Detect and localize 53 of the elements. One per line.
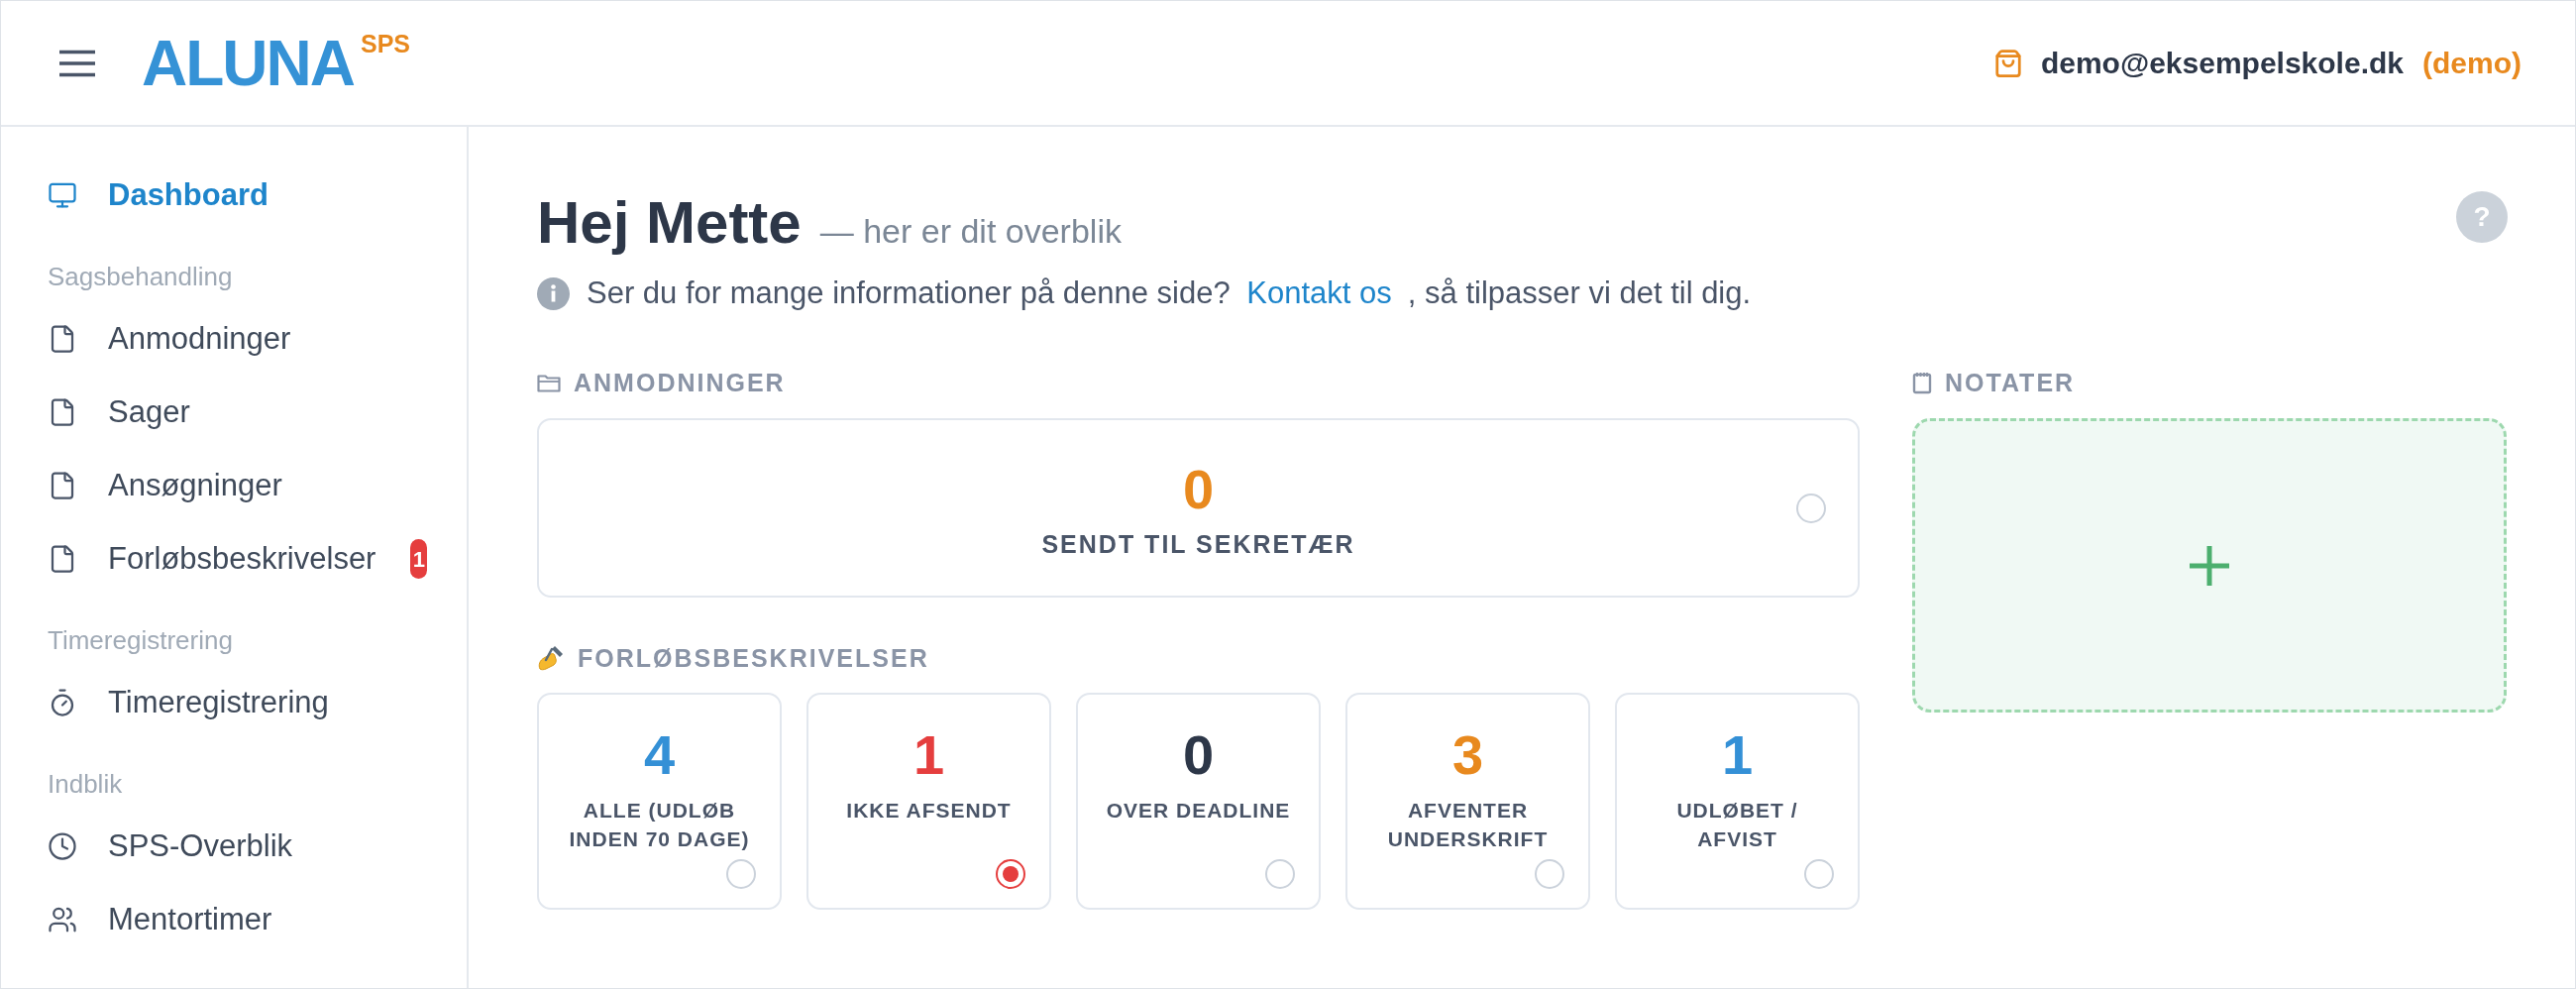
status-card[interactable]: 4 ALLE (UDLØB INDEN 70 DAGE) — [537, 693, 782, 910]
nav-item[interactable]: Timeregistrering — [48, 666, 329, 739]
count-value: 3 — [1451, 723, 1484, 787]
status-label: SENDT TIL SEKRETÆR — [1041, 528, 1355, 559]
folder-icon — [537, 373, 561, 392]
menu-icon[interactable] — [59, 49, 95, 77]
status-label: ALLE (UDLØB INDEN 70 DAGE) — [568, 798, 751, 852]
add-note-button[interactable] — [1912, 418, 2507, 713]
status-card[interactable]: 3 AFVENTER UNDERSKRIFT — [1345, 693, 1590, 910]
page-subtitle: — her er dit overblik — [819, 211, 1122, 251]
nav-item[interactable]: SPS-Overblik — [48, 810, 293, 883]
clock-icon — [48, 831, 77, 861]
status-label: IKKE AFSENDT — [846, 798, 1012, 824]
count-value: 1 — [912, 723, 945, 787]
info-icon — [537, 276, 570, 310]
count-badge: 1 — [410, 539, 428, 579]
nav-section-title: Sagsbehandling — [48, 262, 233, 291]
logo-suffix: SPS — [360, 28, 410, 58]
section-heading: NOTATER — [1945, 368, 2076, 397]
status-card[interactable]: 1 UDLØBET / AFVIST — [1615, 693, 1860, 910]
nav-item[interactable]: Sager — [48, 376, 190, 449]
nav-item[interactable]: Dashboard — [48, 159, 268, 232]
logo-wordmark: ALUNA — [142, 28, 354, 98]
count-value: 0 — [1182, 457, 1215, 521]
nav-item[interactable]: Forløbsbeskrivelser 1 — [48, 522, 428, 596]
user-role: (demo) — [2422, 45, 2522, 81]
notepad-icon — [1912, 371, 1932, 394]
user-email: demo@eksempelskole.dk — [2040, 45, 2404, 81]
section-heading: ANMODNINGER — [574, 368, 786, 397]
status-card[interactable]: 0 SENDT TIL SEKRETÆR — [537, 418, 1860, 598]
count-value: 0 — [1182, 723, 1215, 787]
status-card[interactable]: 0 OVER DEADLINE — [1076, 693, 1321, 910]
status-label: AFVENTER UNDERSKRIFT — [1386, 798, 1550, 852]
nav-item[interactable]: Anmodninger — [48, 302, 291, 376]
status-label: UDLØBET / AFVIST — [1675, 798, 1799, 852]
section-heading: FORLØBSBESKRIVELSER — [578, 643, 929, 673]
nav-item[interactable]: Mentortimer — [48, 883, 272, 956]
plus-icon — [2190, 545, 2229, 586]
contact-link[interactable]: Kontakt os — [1246, 275, 1392, 310]
info-text: Ser du for mange informationer på denne side? Kontakt os , så tilpasser vi det til dig. — [587, 275, 1752, 312]
writing-hand-icon — [537, 645, 565, 671]
count-value: 1 — [1721, 723, 1754, 787]
nav-section-title: Indblik — [48, 769, 123, 799]
monitor-icon — [48, 180, 77, 210]
count-value: 4 — [643, 723, 676, 787]
page-title: Hej Mette — [537, 188, 802, 258]
nav-section-title: Timeregistrering — [48, 625, 233, 655]
users-icon — [48, 905, 77, 934]
status-label: OVER DEADLINE — [1106, 798, 1291, 824]
status-card[interactable]: 1 IKKE AFSENDT — [806, 693, 1051, 910]
shopping-bag-icon — [1992, 48, 2023, 78]
nav-item[interactable]: Ansøgninger — [48, 449, 282, 522]
radio-button[interactable] — [996, 859, 1025, 889]
